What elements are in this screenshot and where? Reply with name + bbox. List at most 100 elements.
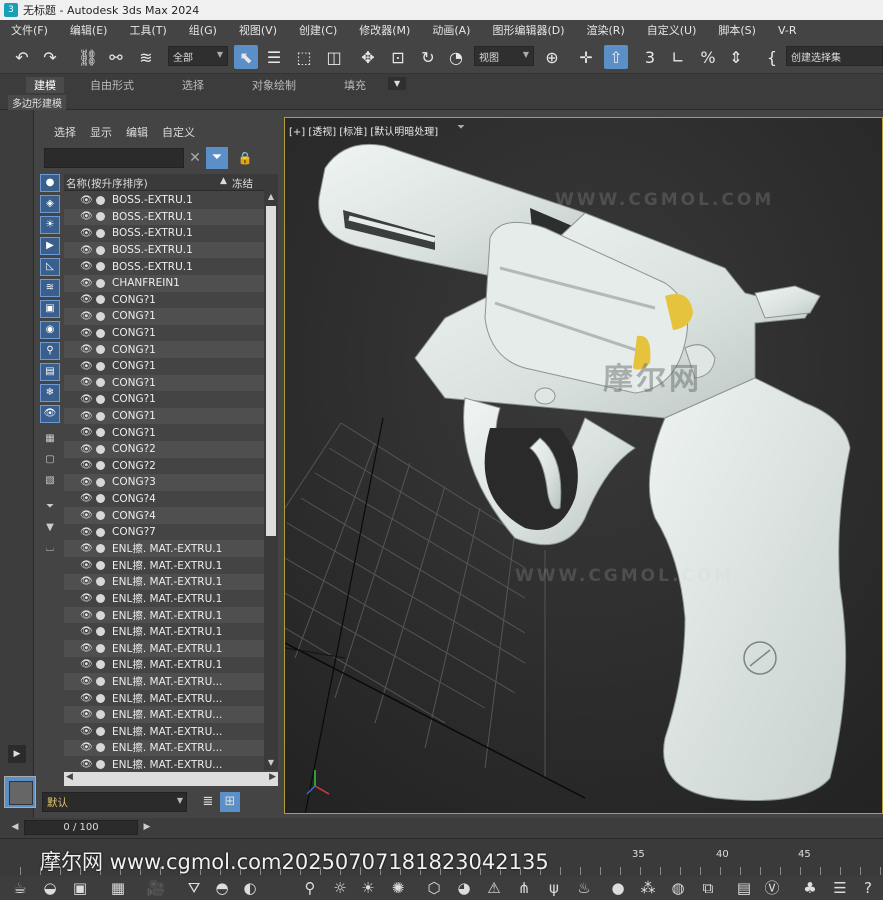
layers-icon[interactable]: ≣ [198, 792, 218, 812]
selection-filter-dropdown[interactable]: 全部 ▼ [168, 46, 228, 66]
scroll-thumb[interactable] [266, 206, 276, 536]
scale-icon[interactable]: ◔ [444, 45, 468, 69]
visibility-eye-icon[interactable]: 👁 [80, 676, 93, 687]
list-item[interactable]: 👁CONG?3❄ [64, 474, 278, 491]
link-icon[interactable]: ⛓ [76, 45, 100, 69]
render-dot-icon[interactable] [96, 361, 105, 371]
render-dot-icon[interactable] [96, 411, 105, 421]
list-item[interactable]: 👁CONG?1❄ [64, 292, 278, 309]
visibility-eye-icon[interactable]: 👁 [80, 742, 93, 753]
lights-filter-icon[interactable]: ☀ [40, 216, 60, 234]
menu-animation[interactable]: 动画(A) [421, 22, 481, 38]
list-icon[interactable]: ☰ [830, 878, 850, 898]
visibility-eye-icon[interactable]: 👁 [80, 377, 93, 388]
unlink-icon[interactable]: ⚯ [104, 45, 128, 69]
menu-create[interactable]: 创建(C) [288, 22, 348, 38]
render-dot-icon[interactable] [96, 544, 105, 554]
list-item[interactable]: 👁ENL擦. MAT.-EXTRU.1❄ [64, 540, 278, 558]
render-dot-icon[interactable] [96, 461, 105, 471]
render-dot-icon[interactable] [96, 643, 105, 653]
scroll-up-icon[interactable]: ▲ [264, 190, 278, 204]
menu-scripting[interactable]: 脚本(S) [707, 22, 767, 38]
visibility-eye-icon[interactable]: 👁 [80, 493, 93, 504]
list-item[interactable]: 👁CONG?1❄ [64, 391, 278, 408]
list-item[interactable]: 👁ENL擦. MAT.-EXTRU.1❄ [64, 640, 278, 657]
stats-icon[interactable]: ▤ [734, 878, 754, 898]
select-and-place-icon[interactable]: ⊡ [386, 45, 410, 69]
teapot-icon[interactable]: ☕ [10, 878, 30, 898]
explorer-menu-display[interactable]: 显示 [86, 124, 122, 142]
render-dot-icon[interactable] [96, 444, 105, 454]
render-dot-icon[interactable] [96, 228, 105, 238]
ribbon-sub-label[interactable]: 多边形建模 [8, 95, 66, 110]
visibility-eye-icon[interactable]: 👁 [80, 527, 93, 538]
list-item[interactable]: 👁CONG?1❄ [64, 325, 278, 342]
spinner-snap-icon[interactable]: ⇕ [724, 45, 748, 69]
render-dot-icon[interactable] [96, 311, 105, 321]
menu-rendering[interactable]: 渲染(R) [576, 22, 636, 38]
scroll-left-icon[interactable]: ◀ [66, 772, 73, 782]
hidden-filter-icon[interactable]: 👁 [40, 405, 60, 423]
render-dot-icon[interactable] [96, 660, 105, 670]
box-icon[interactable]: ▣ [70, 878, 90, 898]
visibility-eye-icon[interactable]: 👁 [80, 344, 93, 355]
redo-icon[interactable]: ↷ [38, 45, 62, 69]
visibility-eye-icon[interactable]: 👁 [80, 477, 93, 488]
list-item[interactable]: 👁CHANFREIN1❄ [64, 274, 278, 292]
render-dot-icon[interactable] [96, 594, 105, 604]
visibility-eye-icon[interactable]: 👁 [80, 593, 93, 604]
ribbon-tab-object-paint[interactable]: 对象绘制 [244, 77, 304, 93]
list-item[interactable]: 👁ENL擦. MAT.-EXTRU.1❄ [64, 573, 278, 591]
groups-filter-icon[interactable]: ▣ [40, 300, 60, 318]
list-item[interactable]: 👁ENL擦. MAT.-EXTRU...❄ [64, 690, 278, 707]
menu-modifiers[interactable]: 修改器(M) [348, 22, 421, 38]
visibility-eye-icon[interactable]: 👁 [80, 543, 93, 554]
render-dot-icon[interactable] [96, 212, 105, 222]
time-slider[interactable]: 0 / 100 [24, 820, 138, 835]
menu-vray[interactable]: V-R [767, 24, 808, 37]
list-item[interactable]: 👁ENL擦. MAT.-EXTRU.1❄ [64, 557, 278, 574]
render-dot-icon[interactable] [96, 295, 105, 305]
ribbon-tab-selection[interactable]: 选择 [174, 77, 212, 93]
list-item[interactable]: 👁ENL擦. MAT.-EXTRU.1❄ [64, 590, 278, 607]
render-dot-icon[interactable] [96, 677, 105, 687]
column-freeze-header[interactable]: 冻结 [232, 176, 253, 191]
ribbon-options-icon[interactable]: ▼ [388, 77, 407, 90]
ribbon-tab-freeform[interactable]: 自由形式 [82, 77, 142, 93]
fire-icon[interactable]: ♨ [574, 878, 594, 898]
expand-panel-icon[interactable]: ▶ [8, 745, 26, 763]
select-by-name-icon[interactable]: ☰ [262, 45, 286, 69]
render-dot-icon[interactable] [96, 378, 105, 388]
render-dot-icon[interactable] [96, 428, 105, 438]
containers-filter-icon[interactable]: ▤ [40, 363, 60, 381]
visibility-eye-icon[interactable]: 👁 [80, 328, 93, 339]
visibility-eye-icon[interactable]: 👁 [80, 576, 93, 587]
sphere-icon[interactable]: ◒ [40, 878, 60, 898]
visibility-eye-icon[interactable]: 👁 [80, 411, 93, 422]
cube-icon[interactable]: ⬡ [424, 878, 444, 898]
angle-snap-icon[interactable]: ∟ [666, 45, 690, 69]
pivot-center-icon[interactable]: ⊕ [540, 45, 564, 69]
hierarchy-icon[interactable]: ⊞ [220, 792, 240, 812]
render-dot-icon[interactable] [96, 345, 105, 355]
render-dot-icon[interactable] [96, 195, 105, 205]
ribbon-tab-populate[interactable]: 填充 [336, 77, 374, 93]
list-item[interactable]: 👁ENL擦. MAT.-EXTRU.1❄ [64, 606, 278, 624]
visibility-eye-icon[interactable]: 👁 [80, 510, 93, 521]
rect-selection-icon[interactable]: ⬚ [292, 45, 316, 69]
list-item[interactable]: 👁CONG?1❄ [64, 308, 278, 325]
tripod-icon[interactable]: ⚠ [484, 878, 504, 898]
sunlight-icon[interactable]: ☀ [358, 878, 378, 898]
sphere-shade-icon[interactable]: ● [608, 878, 628, 898]
list-item[interactable]: 👁CONG?4❄ [64, 507, 278, 524]
viewport-label[interactable]: [+] [透视] [标准] [默认明暗处理] [289, 123, 438, 138]
render-dot-icon[interactable] [96, 560, 105, 570]
render-dot-icon[interactable] [96, 527, 105, 537]
list-item[interactable]: 👁ENL擦. MAT.-EXTRU...❄ [64, 723, 278, 740]
ribbon-tab-modeling[interactable]: 建模 [26, 77, 64, 93]
render-dot-icon[interactable] [96, 627, 105, 637]
render-dot-icon[interactable] [96, 610, 105, 620]
list-item[interactable]: 👁CONG?1❄ [64, 374, 278, 392]
render-dot-icon[interactable] [96, 494, 105, 504]
list-item[interactable]: 👁ENL擦. MAT.-EXTRU.1❄ [64, 657, 278, 674]
